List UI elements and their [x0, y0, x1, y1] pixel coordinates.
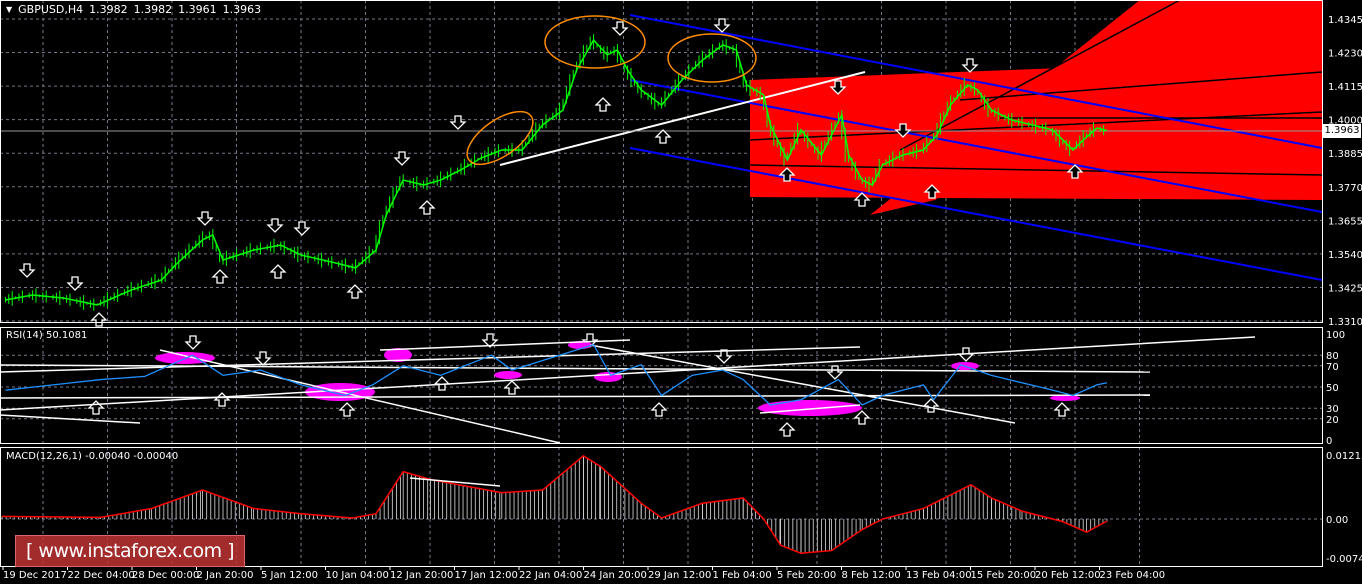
time-label: 12 Jan 20:00 — [390, 570, 453, 581]
time-label: 20 Feb 12:00 — [1035, 570, 1101, 581]
arrow-down-icon — [293, 221, 311, 236]
macd-label: MACD(12,26,1) -0.00040 -0.00040 — [6, 451, 179, 462]
arrow-down-icon — [393, 151, 411, 166]
time-label: 23 Feb 04:00 — [1100, 570, 1166, 581]
arrow-up-icon — [90, 312, 108, 327]
time-label: 22 Dec 04:00 — [68, 570, 135, 581]
rsi-tick-label: 70 — [1326, 362, 1339, 373]
rsi-zone-highlight — [758, 400, 862, 416]
rsi-arrow-down-icon — [254, 351, 272, 366]
macd-tick-label: 0.01215 — [1326, 451, 1362, 462]
arrow-down-icon — [961, 58, 979, 73]
chart-header: ▼ GBPUSD,H4 1.3982 1.3982 1.3961 1.3963 — [6, 3, 261, 16]
arrow-up-icon — [594, 97, 612, 112]
time-label: 17 Jan 12:00 — [455, 570, 518, 581]
price-tick-label: 1.4115 — [1328, 82, 1362, 93]
rsi-tick-label: 100 — [1326, 330, 1345, 341]
rsi-arrow-down-icon — [826, 365, 844, 380]
rsi-arrow-up-icon — [338, 402, 356, 417]
arrow-down-icon — [66, 276, 84, 291]
time-label: 2 Jan 20:00 — [197, 570, 254, 581]
time-label: 28 Dec 00:00 — [132, 570, 199, 581]
time-label: 19 Dec 2017 — [3, 570, 67, 581]
pattern-ellipse — [667, 33, 757, 83]
rsi-label: RSI(14) 50.1081 — [6, 330, 88, 341]
high-value: 1.3982 — [133, 3, 173, 16]
symbol-label: GBPUSD,H4 — [18, 3, 84, 16]
arrow-up-icon — [269, 264, 287, 279]
arrow-up-icon — [418, 200, 436, 215]
macd-tick-label: -0.0074 — [1326, 554, 1362, 565]
rsi-tick-label: 50 — [1326, 383, 1339, 394]
rsi-trend-line — [0, 414, 141, 424]
price-tick-label: 1.3885 — [1328, 149, 1362, 160]
rsi-arrow-up-icon — [87, 400, 105, 415]
rsi-arrow-up-icon — [213, 392, 231, 407]
current-price-tag: 1.3963 — [1323, 124, 1361, 138]
rsi-tick-label: 30 — [1326, 404, 1339, 415]
instaforex-watermark[interactable]: [ www.instaforex.com ] — [15, 535, 245, 567]
time-label: 10 Jan 04:00 — [326, 570, 389, 581]
close-value: 1.3963 — [222, 3, 262, 16]
rsi-tick-label: 80 — [1326, 351, 1339, 362]
price-tick-label: 1.3425 — [1328, 283, 1362, 294]
arrow-down-icon — [196, 211, 214, 226]
rsi-arrow-down-icon — [715, 349, 733, 364]
rsi-arrow-up-icon — [778, 422, 796, 437]
price-tick-label: 1.3770 — [1328, 183, 1362, 194]
time-label: 24 Jan 20:00 — [584, 570, 647, 581]
arrow-down-icon — [266, 218, 284, 233]
time-label: 22 Jan 04:00 — [519, 570, 582, 581]
rsi-arrow-up-icon — [503, 380, 521, 395]
time-label: 15 Feb 20:00 — [971, 570, 1037, 581]
price-tick-label: 1.4345 — [1328, 15, 1362, 26]
dropdown-triangle-icon[interactable]: ▼ — [6, 5, 12, 14]
rsi-zone-highlight — [494, 371, 522, 379]
time-label: 5 Jan 12:00 — [261, 570, 318, 581]
rsi-arrow-up-icon — [922, 398, 940, 413]
time-label: 8 Feb 12:00 — [842, 570, 901, 581]
arrow-down-icon — [18, 263, 36, 278]
rsi-tick-label: 0 — [1326, 436, 1332, 447]
open-value: 1.3982 — [89, 3, 128, 16]
time-label: 13 Feb 04:00 — [906, 570, 972, 581]
price-tick-label: 1.3310 — [1328, 317, 1362, 328]
rsi-arrow-up-icon — [853, 410, 871, 425]
price-tick-label: 1.3540 — [1328, 250, 1362, 261]
rsi-arrow-up-icon — [650, 402, 668, 417]
arrow-down-icon — [449, 115, 467, 130]
arrow-up-icon — [654, 129, 672, 144]
rsi-tick-label: 20 — [1326, 415, 1339, 426]
time-label: 29 Jan 12:00 — [648, 570, 711, 581]
time-label: 5 Feb 20:00 — [777, 570, 836, 581]
rsi-arrow-down-icon — [184, 335, 202, 350]
time-label: 1 Feb 04:00 — [713, 570, 772, 581]
arrow-down-icon — [611, 21, 629, 36]
price-tick-label: 1.3655 — [1328, 216, 1362, 227]
price-tick-label: 1.4230 — [1328, 49, 1362, 60]
low-value: 1.3961 — [178, 3, 217, 16]
arrow-up-icon — [211, 269, 229, 284]
macd-tick-label: 0.00 — [1326, 515, 1348, 526]
rsi-arrow-up-icon — [1053, 402, 1071, 417]
chart-canvas: 19 Dec 2017 22 Dec 04:0028 Dec 00:002 Jan… — [0, 0, 1362, 581]
arrow-down-icon — [713, 18, 731, 33]
